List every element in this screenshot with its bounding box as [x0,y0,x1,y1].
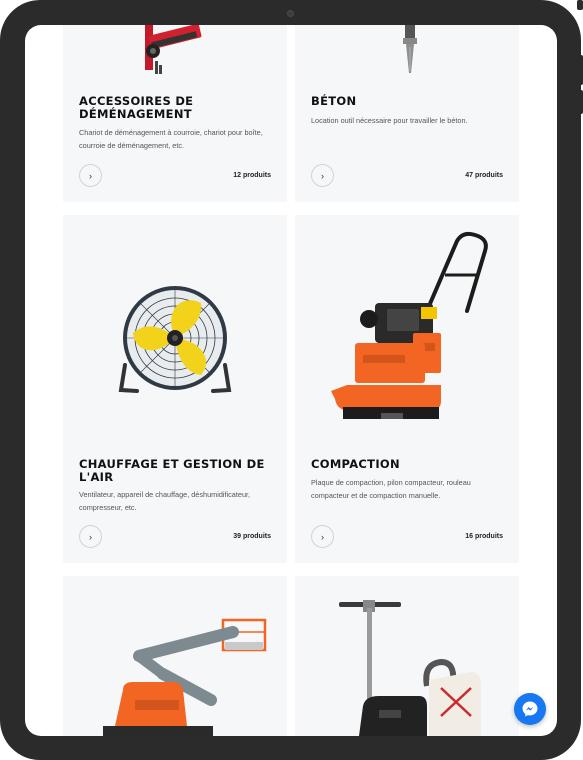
category-arrow-button[interactable]: › [311,525,334,548]
screen: ACCESSOIRES DE DÉMÉNAGEMENT Chariot de d… [25,25,557,736]
category-card-compaction[interactable]: COMPACTION Plaque de compaction, pilon c… [295,215,519,563]
category-arrow-button[interactable]: › [311,164,334,187]
chevron-right-icon: › [321,170,324,181]
camera-dot [287,10,294,17]
chevron-right-icon: › [321,531,324,542]
category-card-chauffage[interactable]: CHAUFFAGE ET GESTION DE L'AIR Ventilateu… [63,215,287,563]
volume-down-button [577,90,583,114]
category-card-nacelle[interactable] [63,576,287,736]
volume-up-button [577,55,583,85]
chevron-right-icon: › [89,170,92,181]
category-description: Ventilateur, appareil de chauffage, désh… [79,490,251,512]
category-description: Plaque de compaction, pilon compacteur, … [311,478,471,500]
product-count: 39 produits [233,533,271,540]
concrete-breaker-image [295,25,519,85]
moving-dolly-image [63,25,287,85]
floor-fan-image [63,215,287,440]
category-description: Chariot de déménagement à courroie, char… [79,128,263,150]
category-title: CHAUFFAGE ET GESTION DE L'AIR [79,457,265,484]
boom-lift-image [63,576,287,736]
category-title: BÉTON [311,94,357,108]
messenger-icon [522,701,538,717]
product-count: 47 produits [465,172,503,179]
product-count: 12 produits [233,172,271,179]
category-card-sablage[interactable] [295,576,519,736]
plate-compactor-image [295,215,519,440]
category-arrow-button[interactable]: › [79,164,102,187]
floor-sander-image [295,576,519,736]
product-count: 16 produits [465,533,503,540]
power-button [577,0,583,10]
category-title: COMPACTION [311,457,400,471]
category-description: Location outil nécessaire pour travaille… [311,116,468,125]
messenger-chat-button[interactable] [514,693,546,725]
category-arrow-button[interactable]: › [79,525,102,548]
chevron-right-icon: › [89,531,92,542]
category-card-beton[interactable]: BÉTON Location outil nécessaire pour tra… [295,25,519,202]
category-card-moving[interactable]: ACCESSOIRES DE DÉMÉNAGEMENT Chariot de d… [63,25,287,202]
category-title: ACCESSOIRES DE DÉMÉNAGEMENT [79,94,194,121]
